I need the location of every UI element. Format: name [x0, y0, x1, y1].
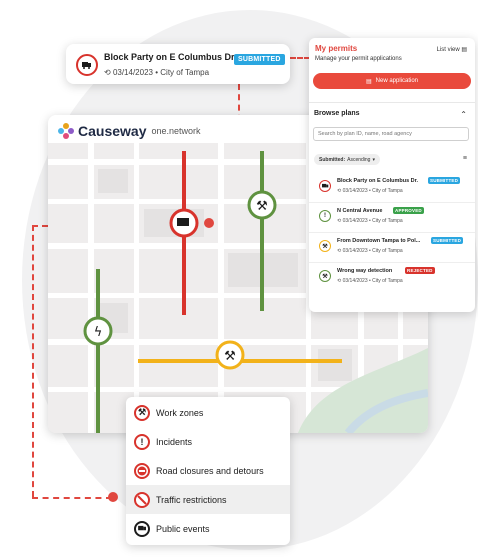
plan-date: 03/14/2023: [342, 188, 368, 194]
status-badge: SUBMITTED: [428, 177, 461, 184]
plan-title: N Central Avenue: [337, 208, 383, 214]
history-icon: ⟲: [104, 68, 111, 77]
status-badge: SUBMITTED: [234, 54, 285, 65]
history-icon: ⟲: [337, 218, 342, 224]
plan-agency: City of Tampa: [160, 68, 210, 77]
plan-list-item[interactable]: Block Party on E Columbus Dr. ⟲ 03/14/20…: [309, 172, 475, 203]
svg-text:⚒: ⚒: [256, 199, 268, 214]
legend-item-public-events[interactable]: Public events: [126, 514, 290, 543]
new-application-button[interactable]: ▤ New application: [313, 73, 471, 89]
plan-agency: City of Tampa: [372, 218, 403, 224]
connector-line: [290, 57, 310, 59]
status-badge: REJECTED: [405, 267, 435, 274]
truck-icon: [134, 520, 150, 537]
plan-meta: ⟲ 03/14/2023 • City of Tampa: [337, 218, 403, 224]
legend-label: Traffic restrictions: [156, 494, 227, 505]
truck-icon: [319, 180, 331, 192]
svg-text:ϟ: ϟ: [94, 325, 103, 340]
divider: [309, 102, 475, 103]
brand-name: Causeway: [78, 123, 147, 139]
legend-item-traffic-restrictions[interactable]: Traffic restrictions: [126, 485, 290, 514]
list-icon: ▤: [461, 47, 467, 53]
map-legend: ⚒ Work zones ! Incidents Road closures a…: [126, 397, 290, 545]
worker-icon: ⚒: [319, 240, 331, 252]
legend-label: Road closures and detours: [156, 465, 264, 476]
connector-dot: [108, 492, 118, 502]
plan-meta: ⟲ 03/14/2023 • City of Tampa: [337, 248, 403, 254]
plan-date: 03/14/2023: [342, 218, 368, 224]
list-view-toggle[interactable]: List view ▤: [437, 46, 467, 53]
selected-plan-card[interactable]: Block Party on E Columbus Dr. ⟲ 03/14/20…: [66, 44, 290, 84]
history-icon: ⟲: [337, 248, 342, 254]
no-entry-icon: [134, 462, 150, 479]
plan-list-item[interactable]: ! N Central Avenue ⟲ 03/14/2023 • City o…: [309, 202, 475, 233]
chevron-up-icon[interactable]: ⌃: [460, 110, 467, 119]
legend-label: Incidents: [156, 436, 193, 447]
plan-title: Wrong way detection: [337, 268, 393, 274]
connector-line: [32, 225, 34, 497]
logo-mark-icon: [58, 123, 74, 139]
legend-item-work-zones[interactable]: ⚒ Work zones: [126, 398, 290, 427]
panel-title: My permits: [315, 44, 358, 53]
search-input[interactable]: [313, 127, 469, 141]
plan-agency: City of Tampa: [372, 188, 403, 194]
plan-date: 03/14/2023: [112, 68, 153, 77]
caret-down-icon: ▾: [372, 156, 375, 163]
browse-plans-heading: Browse plans: [314, 110, 360, 117]
history-icon: ⟲: [337, 278, 342, 284]
plan-title: Block Party on E Columbus Dr.: [337, 178, 418, 184]
plan-date: 03/14/2023: [342, 248, 368, 254]
truck-icon: [76, 54, 98, 76]
connector-line: [32, 497, 112, 499]
sort-dropdown[interactable]: Submitted: Ascending ▾: [314, 154, 380, 165]
history-icon: ⟲: [337, 188, 342, 194]
worker-icon: ⚒: [319, 270, 331, 282]
plan-agency: City of Tampa: [372, 248, 403, 254]
sort-value: Ascending: [347, 156, 371, 163]
plan-list-item[interactable]: ⚒ Wrong way detection ⟲ 03/14/2023 • Cit…: [309, 262, 475, 292]
legend-label: Work zones: [156, 407, 204, 418]
exclamation-icon: !: [319, 210, 331, 222]
sort-label: Submitted:: [319, 156, 346, 163]
panel-subtitle: Manage your permit applications: [315, 56, 402, 62]
legend-label: Public events: [156, 523, 210, 534]
filter-icon[interactable]: ≡: [463, 155, 467, 162]
connector-dot: [204, 218, 214, 228]
status-badge: SUBMITTED: [431, 237, 464, 244]
restriction-icon: [134, 491, 150, 508]
legend-item-road-closures[interactable]: Road closures and detours: [126, 456, 290, 485]
plan-title: Block Party on E Columbus Dr.: [104, 52, 237, 62]
worker-icon: ⚒: [134, 404, 150, 421]
plan-date: 03/14/2023: [342, 278, 368, 284]
new-application-label: New application: [375, 78, 419, 84]
my-permits-panel: My permits Manage your permit applicatio…: [309, 38, 475, 312]
plan-meta: ⟲ 03/14/2023 • City of Tampa: [337, 278, 403, 284]
separator-dot: •: [155, 68, 159, 77]
plan-meta: ⟲ 03/14/2023 • City of Tampa: [337, 188, 403, 194]
exclamation-icon: !: [134, 433, 150, 450]
plan-title: From Downtown Tampa to Pol...: [337, 238, 421, 244]
plan-agency: City of Tampa: [372, 278, 403, 284]
plan-meta: ⟲ 03/14/2023 • City of Tampa: [104, 68, 209, 77]
causeway-logo: Causeway one.network: [58, 123, 201, 139]
svg-text:⚒: ⚒: [224, 349, 236, 364]
status-badge: APPROVED: [393, 207, 424, 214]
legend-item-incidents[interactable]: ! Incidents: [126, 427, 290, 456]
list-view-label: List view: [436, 47, 460, 53]
plan-list-item[interactable]: ⚒ From Downtown Tampa to Pol... ⟲ 03/14/…: [309, 232, 475, 263]
brand-suffix: one.network: [151, 126, 201, 136]
document-icon: ▤: [365, 78, 372, 85]
